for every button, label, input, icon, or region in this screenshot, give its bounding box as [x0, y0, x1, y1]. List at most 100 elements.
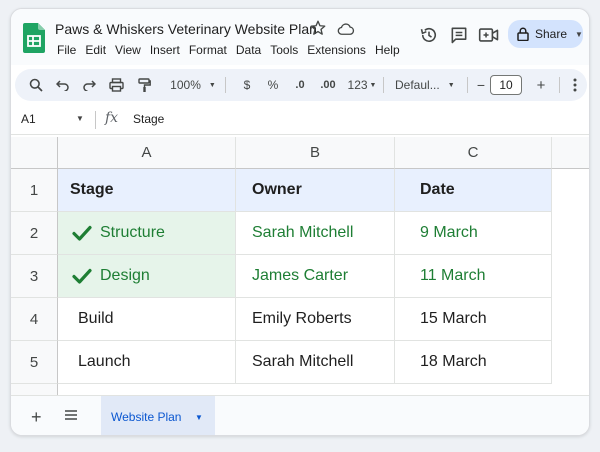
font-size-input[interactable]: 10	[490, 75, 522, 95]
cell-c4[interactable]: 15 March	[395, 298, 552, 341]
sheets-logo[interactable]	[23, 23, 45, 53]
print-icon	[108, 78, 124, 92]
menu-format[interactable]: Format	[185, 43, 231, 57]
toolbar-divider	[383, 77, 384, 93]
zoom-value: 100%	[170, 78, 201, 92]
row-header-4[interactable]: 4	[11, 298, 58, 341]
more-formats-button[interactable]: 123 ▼	[345, 69, 379, 101]
font-family-value: Defaul...	[395, 78, 440, 92]
row-header-2[interactable]: 2	[11, 212, 58, 255]
formula-bar: A1 ▼ fx Stage	[11, 105, 589, 135]
star-icon[interactable]	[309, 19, 327, 37]
paint-format-icon	[137, 77, 151, 92]
row-header-3[interactable]: 3	[11, 255, 58, 298]
menu-tools[interactable]: Tools	[266, 43, 302, 57]
zoom-dropdown-icon: ▼	[208, 81, 216, 89]
column-header-b[interactable]: B	[236, 137, 395, 169]
zoom-select[interactable]: 100% ▼	[165, 69, 221, 101]
menu-view[interactable]: View	[111, 43, 145, 57]
search-menus-button[interactable]	[23, 69, 49, 101]
app-window: Paws & Whiskers Veterinary Website Plan …	[10, 8, 590, 436]
formula-divider	[95, 111, 96, 129]
check-icon	[72, 268, 92, 284]
increase-font-size-button[interactable]: +	[531, 69, 551, 101]
cell-c1[interactable]: Date	[395, 169, 552, 212]
toolbar-divider	[467, 77, 468, 93]
decrease-decimal-label: .0	[295, 79, 305, 91]
decrease-decimal-button[interactable]: .0	[287, 69, 313, 101]
lock-icon	[517, 27, 529, 41]
more-formats-label: 123	[347, 78, 368, 92]
share-button[interactable]: Share ▼	[508, 20, 583, 48]
undo-button[interactable]	[51, 69, 75, 101]
history-icon[interactable]	[419, 25, 439, 45]
check-icon	[72, 225, 92, 241]
cell-a4[interactable]: Build	[58, 298, 236, 341]
cell-b3[interactable]: James Carter	[236, 255, 395, 298]
row-header-6[interactable]	[11, 384, 58, 395]
menu-help[interactable]: Help	[371, 43, 404, 57]
formula-input[interactable]: Stage	[133, 112, 164, 126]
comment-icon[interactable]	[449, 25, 469, 45]
column-header-a[interactable]: A	[58, 137, 236, 169]
cell-a1[interactable]: Stage	[58, 169, 236, 212]
all-sheets-icon[interactable]	[65, 410, 77, 420]
name-box-dropdown-icon[interactable]: ▼	[76, 114, 84, 123]
more-options-button[interactable]	[567, 69, 583, 101]
paint-format-button[interactable]	[131, 69, 157, 101]
cell-a3[interactable]: Design	[58, 255, 236, 298]
cell-c3[interactable]: 11 March	[395, 255, 552, 298]
cell-b2[interactable]: Sarah Mitchell	[236, 212, 395, 255]
row-header-5[interactable]: 5	[11, 341, 58, 384]
share-label: Share	[535, 27, 568, 41]
meet-icon[interactable]	[478, 26, 500, 44]
sheet-tab-dropdown-icon[interactable]: ▼	[195, 413, 203, 422]
search-icon	[29, 78, 43, 92]
sheet-tab-website-plan[interactable]: Website Plan ▼	[101, 396, 215, 435]
redo-icon	[83, 80, 96, 91]
cell-b5[interactable]: Sarah Mitchell	[236, 341, 395, 384]
font-family-select[interactable]: Defaul... ▼	[389, 69, 463, 101]
row-header-1[interactable]: 1	[11, 169, 58, 212]
stage-label: Structure	[100, 224, 165, 241]
font-dropdown-icon: ▼	[447, 81, 455, 89]
toolbar-divider	[559, 77, 560, 93]
percent-format-button[interactable]: %	[261, 69, 285, 101]
menu-insert[interactable]: Insert	[146, 43, 184, 57]
decrease-font-size-button[interactable]: −	[473, 69, 489, 101]
cell-a2[interactable]: Structure	[58, 212, 236, 255]
print-button[interactable]	[103, 69, 129, 101]
undo-icon	[56, 80, 69, 91]
menu-file[interactable]: File	[53, 43, 80, 57]
cell-b1[interactable]: Owner	[236, 169, 395, 212]
select-all-corner[interactable]	[11, 137, 58, 169]
column-header-c[interactable]: C	[395, 137, 552, 169]
menu-bar: File Edit View Insert Format Data Tools …	[53, 43, 405, 57]
name-box[interactable]: A1	[21, 112, 36, 126]
column-header-next[interactable]	[552, 137, 589, 169]
menu-edit[interactable]: Edit	[81, 43, 110, 57]
cloud-icon[interactable]	[337, 21, 355, 37]
minus-label: −	[476, 77, 486, 93]
title-bar: Paws & Whiskers Veterinary Website Plan …	[11, 9, 589, 65]
increase-decimal-button[interactable]: .00	[313, 69, 343, 101]
currency-format-button[interactable]: $	[235, 69, 259, 101]
toolbar-divider	[225, 77, 226, 93]
more-formats-dropdown-icon: ▼	[369, 81, 377, 89]
document-title[interactable]: Paws & Whiskers Veterinary Website Plan	[55, 21, 317, 37]
share-dropdown-icon: ▼	[575, 29, 583, 39]
spreadsheet-grid: A B C 1 Stage Owner Date 2 Structure Sar…	[11, 137, 589, 395]
cell-b4[interactable]: Emily Roberts	[236, 298, 395, 341]
currency-label: $	[243, 78, 251, 92]
menu-extensions[interactable]: Extensions	[303, 43, 370, 57]
redo-button[interactable]	[77, 69, 101, 101]
cell-c5[interactable]: 18 March	[395, 341, 552, 384]
add-sheet-button[interactable]: +	[31, 407, 42, 428]
menu-data[interactable]: Data	[232, 43, 265, 57]
cell-a5[interactable]: Launch	[58, 341, 236, 384]
more-vert-icon	[573, 78, 577, 92]
cell-c2[interactable]: 9 March	[395, 212, 552, 255]
sheet-bar: + Website Plan ▼	[11, 395, 589, 435]
stage-label: Design	[100, 267, 150, 284]
plus-label: +	[536, 76, 546, 94]
